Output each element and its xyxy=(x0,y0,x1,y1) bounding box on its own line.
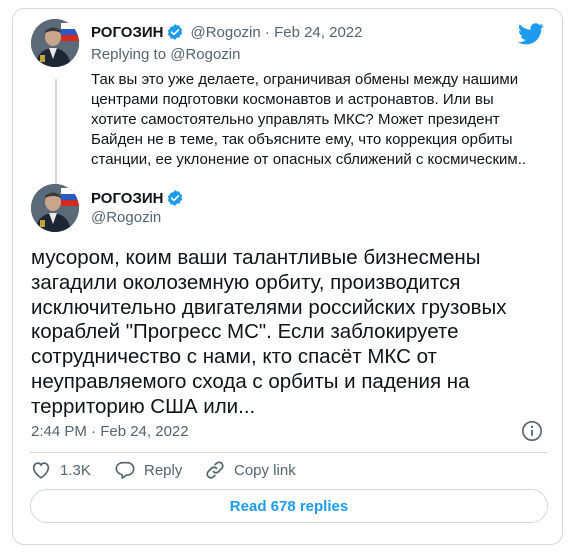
quoted-text-line: станции, ее уклонение от опасных сближен… xyxy=(91,151,527,168)
quoted-text-line: центрами подготовки космонавтов и астрон… xyxy=(91,91,494,108)
embedded-tweet-card: РОГОЗИН @Rogozin · Feb 24, 2022 Replying… xyxy=(12,8,563,545)
quoted-text-line: Байден не в теме, так объясните ему, что… xyxy=(91,131,513,148)
avatar-quoted[interactable] xyxy=(31,19,79,67)
divider xyxy=(30,452,548,453)
quoted-author-row[interactable]: РОГОЗИН @Rogozin · Feb 24, 2022 xyxy=(91,23,362,41)
quoted-tweet-text: Так вы это уже делаете, ограничивая обме… xyxy=(91,70,561,170)
avatar-portrait-icon xyxy=(31,184,79,232)
tweet-timestamp[interactable]: 2:44 PM · Feb 24, 2022 xyxy=(31,423,189,440)
info-icon[interactable] xyxy=(521,420,543,442)
main-text-line: кораблей "Прогресс МС". Если заблокирует… xyxy=(31,320,459,344)
avatar-portrait-icon xyxy=(31,19,79,67)
quoted-text-line: хотите самостоятельно управлять МКС? Мож… xyxy=(91,111,500,128)
reply-label: Reply xyxy=(144,461,183,479)
main-text-line: исключительно двигателями российских гру… xyxy=(31,295,507,319)
quoted-date[interactable]: Feb 24, 2022 xyxy=(274,24,362,41)
quoted-separator: · xyxy=(260,23,275,41)
main-text-line: загадили околоземную орбиту, производитс… xyxy=(31,270,461,294)
replying-to-label: Replying to xyxy=(91,46,171,63)
main-text-line: неуправляемого схода с орбиты и падения … xyxy=(31,369,470,393)
twitter-bird-icon[interactable] xyxy=(518,23,544,45)
like-button[interactable]: 1.3K xyxy=(30,459,91,481)
replying-to-mention[interactable]: @Rogozin xyxy=(170,46,240,63)
verified-badge-icon xyxy=(168,190,183,206)
main-handle[interactable]: @Rogozin xyxy=(91,209,161,226)
link-icon xyxy=(206,461,224,479)
replying-to-line: Replying to @Rogozin xyxy=(91,46,240,63)
main-text-line: территорию США или... xyxy=(31,394,256,418)
thread-connector-line xyxy=(55,79,57,187)
quoted-text-line: Так вы это уже делаете, ограничивая обме… xyxy=(91,71,519,88)
reply-bubble-icon xyxy=(115,461,135,479)
read-replies-button[interactable]: Read 678 replies xyxy=(30,489,548,523)
verified-badge-icon xyxy=(168,24,183,40)
quoted-handle[interactable]: @Rogozin xyxy=(190,24,260,41)
main-text-line: сотрудничество с нами, кто спасёт МКС от xyxy=(31,345,437,369)
like-count: 1.3K xyxy=(60,461,91,479)
read-replies-label: Read 678 replies xyxy=(229,497,349,515)
copy-link-label: Copy link xyxy=(234,461,296,479)
main-tweet-text: мусором, коим ваши талантливые бизнесмен… xyxy=(31,246,541,420)
reply-button[interactable]: Reply xyxy=(114,459,182,481)
main-text-line: мусором, коим ваши талантливые бизнесмен… xyxy=(31,246,481,269)
avatar-main[interactable] xyxy=(31,184,79,232)
quoted-author-name[interactable]: РОГОЗИН xyxy=(91,24,163,41)
heart-icon xyxy=(32,462,50,479)
main-author-row[interactable]: РОГОЗИН xyxy=(91,189,184,207)
main-author-name[interactable]: РОГОЗИН xyxy=(91,190,163,207)
copy-link-button[interactable]: Copy link xyxy=(204,459,296,481)
